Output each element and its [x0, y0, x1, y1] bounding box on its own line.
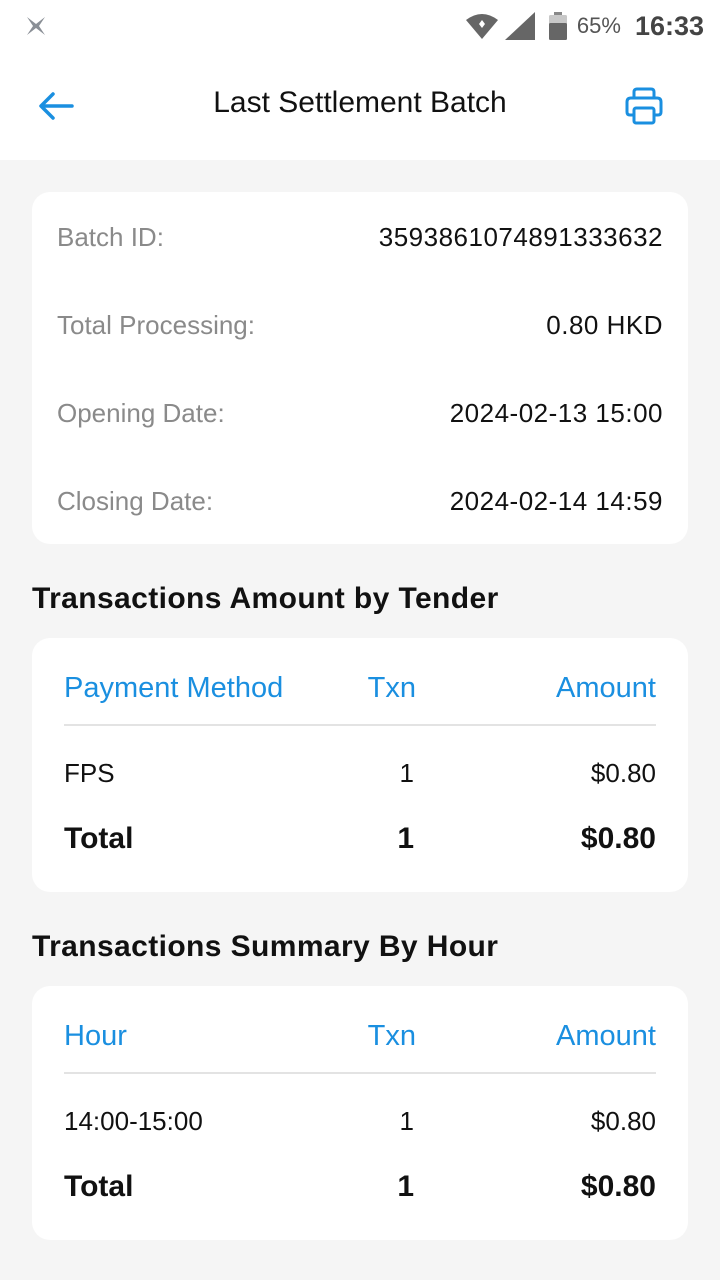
app-bar: Last Settlement Batch: [0, 52, 720, 160]
hour-cell: 14:00-15:00: [64, 1106, 203, 1136]
header-amount: Amount: [556, 672, 656, 704]
total-txn: 1: [397, 1170, 414, 1203]
amount-cell: $0.80: [590, 1106, 656, 1136]
total-processing-row: Total Processing: 0.80 HKD: [57, 305, 663, 345]
tender-table: Payment Method Txn Amount FPS 1 $0.80 To…: [32, 638, 688, 892]
app-icon: [27, 17, 45, 35]
payment-method-cell: FPS: [64, 758, 115, 788]
opening-date-row: Opening Date: 2024-02-13 15:00: [57, 393, 663, 433]
printer-icon: [625, 87, 663, 125]
batch-id-row: Batch ID: 3593861074891333632: [57, 217, 663, 257]
status-bar: 65% 16:33: [0, 0, 720, 52]
opening-date-value: 2024-02-13 15:00: [449, 397, 663, 428]
total-label: Total: [64, 1170, 134, 1203]
battery-percent: 65%: [576, 13, 621, 38]
header-amount: Amount: [556, 1020, 656, 1052]
signal-icon: [504, 12, 535, 40]
total-amount: $0.80: [580, 822, 656, 855]
closing-date-value: 2024-02-14 14:59: [449, 485, 663, 516]
total-txn: 1: [397, 822, 414, 855]
hourly-table: Hour Txn Amount 14:00-15:00 1 $0.80 Tota…: [32, 986, 688, 1240]
header-hour: Hour: [64, 1020, 127, 1052]
total-processing-label: Total Processing:: [57, 309, 255, 340]
header-payment-method: Payment Method: [64, 672, 284, 704]
txn-cell: 1: [399, 758, 414, 788]
page-title: Last Settlement Batch: [213, 86, 507, 119]
print-button[interactable]: [616, 80, 672, 132]
amount-cell: $0.80: [590, 758, 656, 788]
batch-info-card: Batch ID: 3593861074891333632 Total Proc…: [32, 192, 688, 544]
header-txn: Txn: [367, 1020, 416, 1052]
wifi-icon: [465, 14, 498, 39]
batch-id-label: Batch ID:: [57, 221, 164, 252]
hourly-section-title: Transactions Summary By Hour: [32, 930, 499, 963]
closing-date-label: Closing Date:: [57, 485, 214, 516]
clock: 16:33: [634, 10, 704, 41]
opening-date-label: Opening Date:: [57, 397, 225, 428]
total-amount: $0.80: [580, 1170, 656, 1203]
tender-section-title: Transactions Amount by Tender: [32, 582, 499, 615]
battery-icon: [548, 12, 567, 40]
batch-id-value: 3593861074891333632: [378, 221, 663, 252]
total-label: Total: [64, 822, 134, 855]
closing-date-row: Closing Date: 2024-02-14 14:59: [57, 481, 663, 521]
divider: [64, 724, 656, 726]
divider: [64, 1072, 656, 1074]
header-txn: Txn: [367, 672, 416, 704]
total-processing-value: 0.80 HKD: [546, 309, 663, 340]
txn-cell: 1: [399, 1106, 414, 1136]
